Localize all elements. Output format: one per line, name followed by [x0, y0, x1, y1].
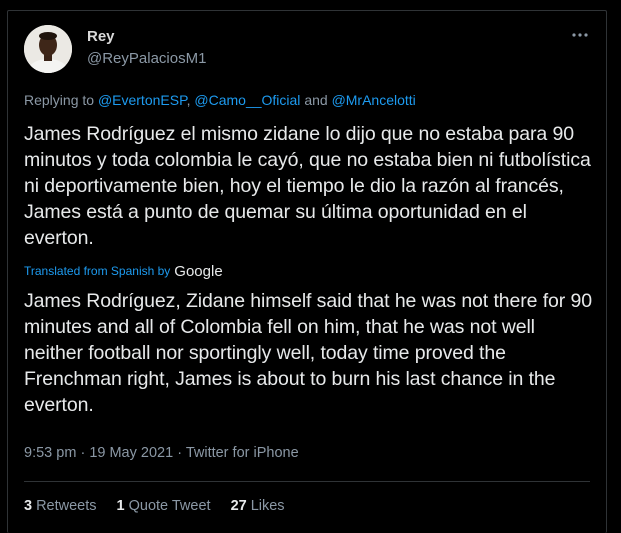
quote-tweets-count: 1 — [116, 498, 125, 514]
avatar[interactable] — [24, 25, 72, 73]
mention-mrancelotti[interactable]: @MrAncelotti — [332, 92, 416, 108]
translated-from-label: Translated from Spanish by — [24, 264, 171, 278]
likes-count: 27 — [230, 498, 247, 514]
meta-separator: · — [80, 445, 86, 461]
profile-photo-icon — [24, 25, 72, 73]
tweet-source[interactable]: Twitter for iPhone — [186, 445, 299, 461]
tweet-date[interactable]: 19 May 2021 — [89, 445, 173, 461]
display-name[interactable]: Rey — [87, 28, 115, 45]
retweets-stat[interactable]: 3 Retweets — [24, 498, 97, 514]
tweet-card: Rey @ReyPalaciosM1 Replying to @EvertonE… — [7, 10, 607, 533]
retweets-count: 3 — [24, 498, 33, 514]
google-logo: Google — [174, 262, 223, 280]
more-options-icon — [572, 33, 588, 37]
user-handle[interactable]: @ReyPalaciosM1 — [87, 50, 206, 67]
tweet-metadata: 9:53 pm · 19 May 2021 · Twitter for iPho… — [24, 445, 299, 461]
replying-to-line: Replying to @EvertonESP, @Camo__Oficial … — [24, 92, 416, 108]
more-options-button[interactable] — [570, 28, 590, 42]
tweet-original-text: James Rodríguez el mismo zidane lo dijo … — [24, 123, 591, 249]
mention-conjunction: and — [304, 92, 328, 108]
tweet-stats: 3 Retweets 1 Quote Tweet 27 Likes — [24, 498, 305, 514]
mention-camo-oficial[interactable]: @Camo__Oficial — [194, 92, 300, 108]
quote-tweets-label: Quote Tweet — [128, 498, 211, 514]
retweets-label: Retweets — [36, 498, 97, 514]
mention-separator: , — [186, 92, 191, 108]
replying-label: Replying to — [24, 92, 95, 108]
meta-separator-2: · — [177, 445, 183, 461]
likes-stat[interactable]: 27 Likes — [231, 498, 285, 514]
quote-tweets-stat[interactable]: 1 Quote Tweet — [117, 498, 211, 514]
likes-label: Likes — [250, 498, 285, 514]
mention-evertonesp[interactable]: @EvertonESP — [98, 92, 187, 108]
tweet-translated-text: James Rodríguez, Zidane himself said tha… — [24, 290, 592, 416]
translation-attribution[interactable]: Translated from Spanish by Google — [24, 262, 223, 280]
stats-divider — [24, 481, 590, 482]
tweet-time[interactable]: 9:53 pm — [24, 445, 76, 461]
